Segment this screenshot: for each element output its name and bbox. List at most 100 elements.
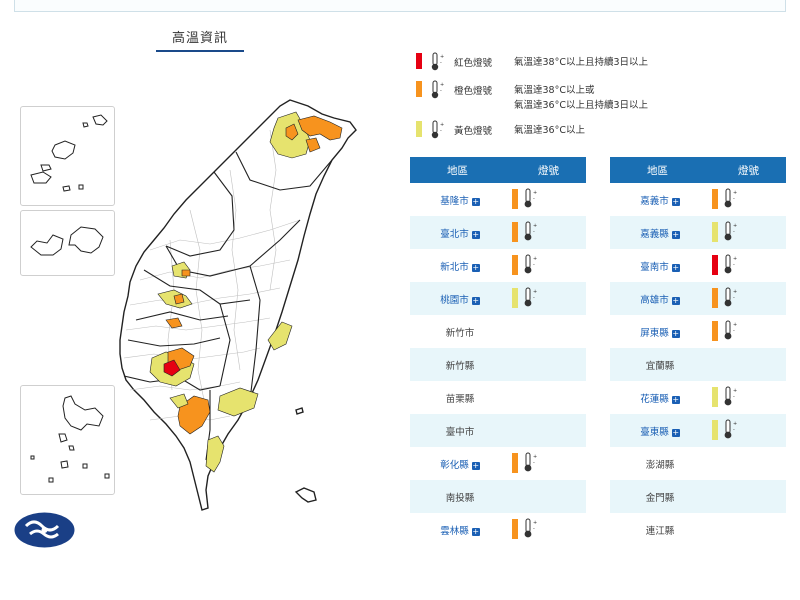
legend-yellow-label: 黃色燈號 (454, 126, 493, 137)
expand-plus-icon[interactable]: + (671, 396, 680, 404)
table-header: 地區 燈號 (410, 157, 586, 183)
region-name[interactable]: 彰化縣 + (410, 457, 510, 471)
expand-plus-icon[interactable]: + (671, 231, 680, 239)
legend-orange-desc: 氣溫達38°C以上或 氣溫達36°C以上且持續3日以上 (514, 85, 649, 111)
orange-swatch (416, 81, 422, 97)
table-row: 新竹市 (410, 315, 586, 348)
thermometer-icon: +- (524, 254, 537, 274)
svg-text:-: - (733, 229, 735, 235)
legend-yellow: + - 黃色燈號 氣溫達36°C以上 (414, 120, 794, 140)
page-title-block: 高溫資訊 (156, 27, 244, 52)
legend-red-desc: 氣溫達38°C以上且持續3日以上 (514, 57, 649, 68)
table-row: 宜蘭縣 (610, 348, 786, 381)
yellow-signal-indicator (712, 387, 718, 407)
inset-penghu-map[interactable] (20, 385, 115, 495)
expand-plus-icon[interactable]: + (671, 198, 680, 206)
svg-text:-: - (733, 262, 735, 268)
region-name[interactable]: 花蓮縣 + (610, 391, 710, 405)
region-name[interactable]: 基隆市 + (410, 193, 510, 207)
thermometer-icon: +- (724, 386, 737, 406)
svg-text:-: - (733, 196, 735, 202)
inset-kinmen-map[interactable] (20, 210, 115, 276)
orange-signal-indicator (512, 453, 518, 473)
svg-text:-: - (733, 427, 735, 433)
svg-text:-: - (533, 295, 535, 301)
table-row: 南投縣 (410, 480, 586, 513)
thermometer-icon: +- (524, 221, 537, 241)
table-row: 桃園市 + + - (410, 282, 586, 315)
expand-plus-icon[interactable]: + (471, 462, 480, 470)
thermometer-icon: +- (524, 452, 537, 472)
inset-matsu-map[interactable] (20, 106, 115, 206)
region-name[interactable]: 桃園市 + (410, 292, 510, 306)
svg-text:-: - (440, 128, 442, 134)
svg-text:-: - (440, 60, 442, 66)
region-name[interactable]: 新北市 + (410, 259, 510, 273)
thermometer-icon: +- (724, 254, 737, 274)
header-signal: 燈號 (738, 165, 759, 177)
table-row: 彰化縣 + + - (410, 447, 586, 480)
table-row: 苗栗縣 (410, 381, 586, 414)
region-name[interactable]: 雲林縣 + (410, 523, 510, 537)
svg-text:-: - (533, 262, 535, 268)
thermometer-icon: +- (524, 287, 537, 307)
svg-text:-: - (533, 196, 535, 202)
thermometer-icon: +- (431, 80, 444, 99)
region-name[interactable]: 高雄市 + (610, 292, 710, 306)
expand-plus-icon[interactable]: + (471, 297, 480, 305)
yellow-signal-indicator (712, 420, 718, 440)
header-region: 地區 (647, 165, 668, 177)
table-row: 高雄市 + + - (610, 282, 786, 315)
legend-red-label: 紅色燈號 (454, 58, 493, 69)
table-row: 新北市 + + - (410, 249, 586, 282)
region-name: 金門縣 (645, 493, 675, 504)
legend-orange: + - 橙色燈號 氣溫達38°C以上或 氣溫達36°C以上且持續3日以上 (414, 80, 794, 114)
thermometer-icon: +- (431, 120, 444, 139)
region-name[interactable]: 屏東縣 + (610, 325, 710, 339)
expand-plus-icon[interactable]: + (471, 198, 480, 206)
cwa-logo (14, 512, 75, 548)
table-row: 新竹縣 (410, 348, 586, 381)
expand-plus-icon[interactable]: + (671, 264, 680, 272)
svg-text:-: - (733, 328, 735, 334)
expand-plus-icon[interactable]: + (471, 264, 480, 272)
taiwan-heat-map[interactable] (110, 90, 365, 520)
table-row: 金門縣 (610, 480, 786, 513)
expand-plus-icon[interactable]: + (671, 297, 680, 305)
legend-yellow-desc: 氣溫達36°C以上 (514, 125, 585, 136)
table-body: 嘉義市 + + - 嘉義縣 + + - 臺南市 + + - 高雄市 + + - 屏東縣 + + - 宜蘭縣 花蓮縣 + + - 臺… (610, 183, 786, 546)
legend-red: + - 紅色燈號 氣溫達38°C以上且持續3日以上 (414, 52, 794, 72)
region-name[interactable]: 臺南市 + (610, 259, 710, 273)
region-name[interactable]: 嘉義市 + (610, 193, 710, 207)
region-name[interactable]: 臺北市 + (410, 226, 510, 240)
expand-plus-icon[interactable]: + (671, 429, 680, 437)
yellow-swatch (416, 121, 422, 137)
orange-signal-indicator (512, 189, 518, 209)
thermometer-icon: +- (524, 188, 537, 208)
table-row: 臺中市 (410, 414, 586, 447)
table-row: 臺北市 + + - (410, 216, 586, 249)
orange-signal-indicator (712, 288, 718, 308)
thermometer-icon: +- (724, 188, 737, 208)
expand-plus-icon[interactable]: + (471, 528, 480, 536)
region-name[interactable]: 臺東縣 + (610, 424, 710, 438)
table-row: 臺南市 + + - (610, 249, 786, 282)
thermometer-icon: +- (724, 287, 737, 307)
region-name: 澎湖縣 (645, 460, 675, 471)
table-row: 澎湖縣 (610, 447, 786, 480)
table-row: 基隆市 + + - (410, 183, 586, 216)
expand-plus-icon[interactable]: + (671, 330, 680, 338)
region-name: 南投縣 (445, 493, 475, 504)
table-header: 地區 燈號 (610, 157, 786, 183)
svg-text:-: - (733, 394, 735, 400)
expand-plus-icon[interactable]: + (471, 231, 480, 239)
svg-text:-: - (533, 526, 535, 532)
table-row: 雲林縣 + + - (410, 513, 586, 546)
region-name[interactable]: 嘉義縣 + (610, 226, 710, 240)
table-row: 嘉義市 + + - (610, 183, 786, 216)
red-swatch (416, 53, 422, 69)
red-signal-indicator (712, 255, 718, 275)
page-title: 高溫資訊 (171, 31, 228, 46)
thermometer-icon: +- (724, 221, 737, 241)
title-underline (156, 50, 244, 52)
